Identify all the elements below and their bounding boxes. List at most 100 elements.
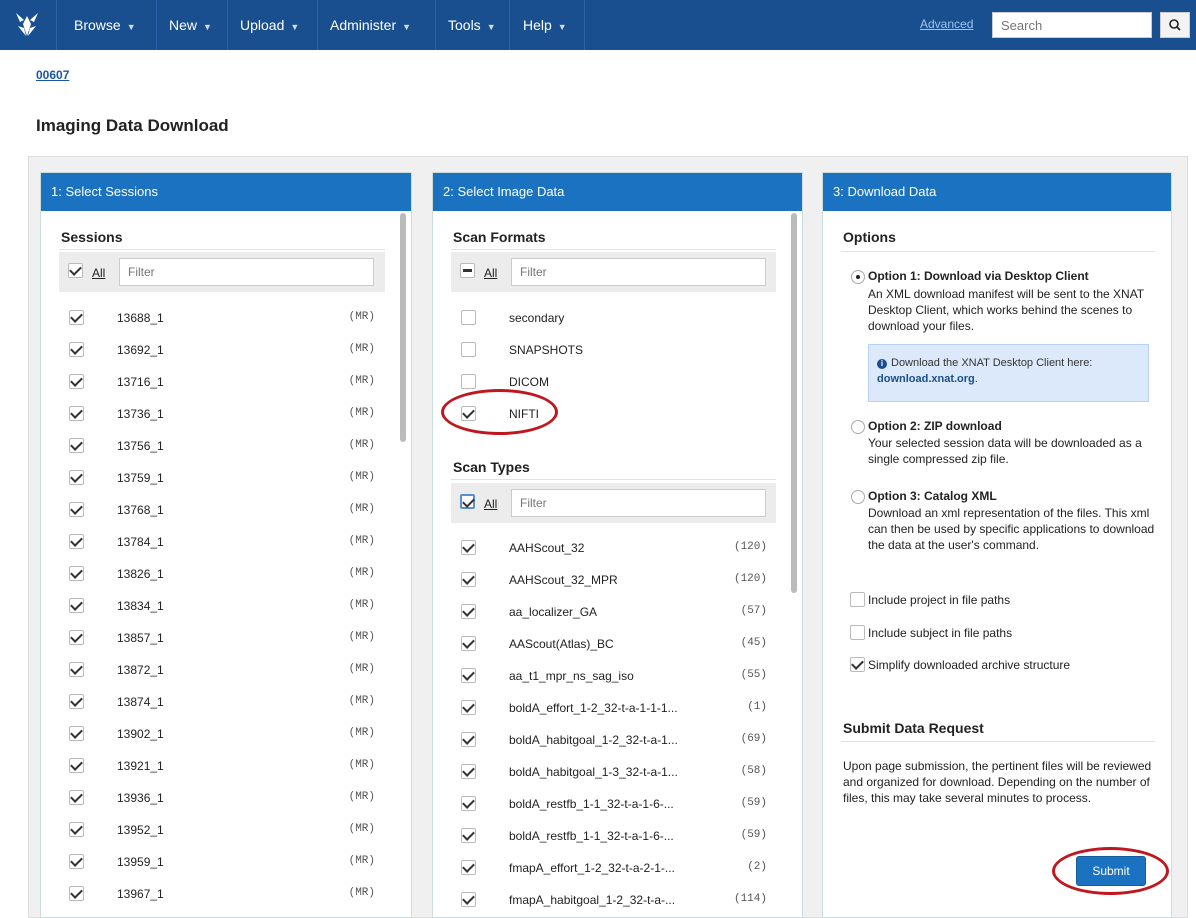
list-item-checkbox[interactable] <box>69 374 84 389</box>
xnat-logo-icon[interactable] <box>14 10 40 38</box>
list-item-checkbox[interactable] <box>69 886 84 901</box>
list-item[interactable]: 13688_1 (MR) <box>69 302 375 334</box>
menu-browse[interactable]: Browse ▼ <box>64 0 146 50</box>
list-item[interactable]: AAScout(Atlas)_BC (45) <box>461 628 767 660</box>
list-item[interactable]: 13936_1 (MR) <box>69 782 375 814</box>
list-item[interactable]: 13921_1 (MR) <box>69 750 375 782</box>
list-item[interactable]: 13952_1 (MR) <box>69 814 375 846</box>
list-item-checkbox[interactable] <box>69 470 84 485</box>
list-item-checkbox[interactable] <box>69 854 84 869</box>
image-data-scrollbar[interactable] <box>791 213 797 593</box>
menu-tools[interactable]: Tools ▼ <box>438 0 506 50</box>
list-item-checkbox[interactable] <box>461 796 476 811</box>
list-item[interactable]: aa_t1_mpr_ns_sag_iso (55) <box>461 660 767 692</box>
list-item-checkbox[interactable] <box>461 310 476 325</box>
list-item[interactable]: boldA_restfb_1-1_32-t-a-1-6-... (59) <box>461 788 767 820</box>
select-all-sessions-label[interactable]: All <box>92 266 105 280</box>
list-item[interactable]: AAHScout_32 (120) <box>461 532 767 564</box>
include-subject-checkbox[interactable] <box>850 625 865 640</box>
sessions-filter-input[interactable] <box>119 258 374 286</box>
option3-radio[interactable] <box>851 490 865 504</box>
list-item[interactable]: 13784_1 (MR) <box>69 526 375 558</box>
option3-title[interactable]: Option 3: Catalog XML <box>868 489 997 503</box>
simplify-structure-checkbox[interactable] <box>850 657 865 672</box>
search-button[interactable] <box>1160 12 1190 38</box>
option2-title[interactable]: Option 2: ZIP download <box>868 419 1002 433</box>
list-item[interactable]: boldA_habitgoal_1-2_32-t-a-1... (69) <box>461 724 767 756</box>
menu-help[interactable]: Help ▼ <box>513 0 577 50</box>
list-item[interactable]: 13872_1 (MR) <box>69 654 375 686</box>
list-item-checkbox[interactable] <box>461 700 476 715</box>
list-item-checkbox[interactable] <box>69 566 84 581</box>
list-item[interactable]: boldA_restfb_1-1_32-t-a-1-6-... (59) <box>461 820 767 852</box>
list-item-checkbox[interactable] <box>461 828 476 843</box>
list-item[interactable]: 13902_1 (MR) <box>69 718 375 750</box>
list-item[interactable]: 13874_1 (MR) <box>69 686 375 718</box>
desktop-client-link[interactable]: download.xnat.org <box>877 373 975 385</box>
list-item[interactable]: fmapA_habitgoal_1-2_32-t-a-... (114) <box>461 884 767 916</box>
select-all-formats-label[interactable]: All <box>484 266 497 280</box>
option1-radio[interactable] <box>851 270 865 284</box>
option1-title[interactable]: Option 1: Download via Desktop Client <box>868 269 1089 283</box>
list-item-checkbox[interactable] <box>461 374 476 389</box>
list-item[interactable]: 13692_1 (MR) <box>69 334 375 366</box>
list-item-checkbox[interactable] <box>69 598 84 613</box>
sessions-scrollbar[interactable] <box>400 213 406 442</box>
list-item[interactable]: aa_localizer_GA (57) <box>461 596 767 628</box>
select-all-sessions-checkbox[interactable] <box>68 263 83 278</box>
select-all-types-label[interactable]: All <box>484 497 497 511</box>
list-item[interactable]: 13857_1 (MR) <box>69 622 375 654</box>
option2-radio[interactable] <box>851 420 865 434</box>
formats-filter-input[interactable] <box>511 258 766 286</box>
list-item[interactable]: 13756_1 (MR) <box>69 430 375 462</box>
menu-new[interactable]: New ▼ <box>159 0 222 50</box>
menu-upload[interactable]: Upload ▼ <box>230 0 309 50</box>
simplify-structure-label[interactable]: Simplify downloaded archive structure <box>868 657 1070 673</box>
list-item-checkbox[interactable] <box>69 790 84 805</box>
list-item[interactable]: 13768_1 (MR) <box>69 494 375 526</box>
list-item[interactable]: 13959_1 (MR) <box>69 846 375 878</box>
list-item-checkbox[interactable] <box>69 342 84 357</box>
list-item-checkbox[interactable] <box>69 406 84 421</box>
list-item[interactable]: 13759_1 (MR) <box>69 462 375 494</box>
list-item-checkbox[interactable] <box>461 540 476 555</box>
list-item-checkbox[interactable] <box>461 636 476 651</box>
list-item-checkbox[interactable] <box>461 860 476 875</box>
list-item-checkbox[interactable] <box>461 572 476 587</box>
list-item[interactable]: secondary <box>461 302 767 334</box>
select-all-types-checkbox[interactable] <box>460 494 475 509</box>
list-item[interactable]: boldA_habitgoal_1-3_32-t-a-1... (58) <box>461 756 767 788</box>
list-item[interactable]: 13826_1 (MR) <box>69 558 375 590</box>
include-subject-label[interactable]: Include subject in file paths <box>868 625 1012 641</box>
list-item-checkbox[interactable] <box>461 604 476 619</box>
include-project-label[interactable]: Include project in file paths <box>868 592 1010 608</box>
list-item[interactable]: AAHScout_32_MPR (120) <box>461 564 767 596</box>
list-item-checkbox[interactable] <box>69 758 84 773</box>
list-item-checkbox[interactable] <box>69 726 84 741</box>
breadcrumb-project-link[interactable]: 00607 <box>36 68 69 82</box>
list-item[interactable]: 13967_1 (MR) <box>69 878 375 910</box>
list-item[interactable]: boldA_effort_1-2_32-t-a-1-1-1... (1) <box>461 692 767 724</box>
list-item-checkbox[interactable] <box>461 668 476 683</box>
list-item-checkbox[interactable] <box>461 732 476 747</box>
menu-administer[interactable]: Administer ▼ <box>320 0 421 50</box>
list-item-checkbox[interactable] <box>69 662 84 677</box>
list-item-checkbox[interactable] <box>69 534 84 549</box>
advanced-search-link[interactable]: Advanced <box>920 17 973 31</box>
list-item-checkbox[interactable] <box>69 438 84 453</box>
list-item[interactable]: 13716_1 (MR) <box>69 366 375 398</box>
list-item-checkbox[interactable] <box>461 342 476 357</box>
list-item[interactable]: fmapA_effort_1-2_32-t-a-2-1-... (2) <box>461 852 767 884</box>
list-item-checkbox[interactable] <box>69 630 84 645</box>
list-item-checkbox[interactable] <box>461 764 476 779</box>
list-item-checkbox[interactable] <box>69 502 84 517</box>
list-item[interactable]: 13834_1 (MR) <box>69 590 375 622</box>
list-item-checkbox[interactable] <box>461 892 476 907</box>
search-input[interactable] <box>992 12 1152 38</box>
list-item[interactable]: 13736_1 (MR) <box>69 398 375 430</box>
list-item-checkbox[interactable] <box>69 310 84 325</box>
types-filter-input[interactable] <box>511 489 766 517</box>
include-project-checkbox[interactable] <box>850 592 865 607</box>
list-item-checkbox[interactable] <box>69 822 84 837</box>
select-all-formats-checkbox[interactable] <box>460 263 475 278</box>
